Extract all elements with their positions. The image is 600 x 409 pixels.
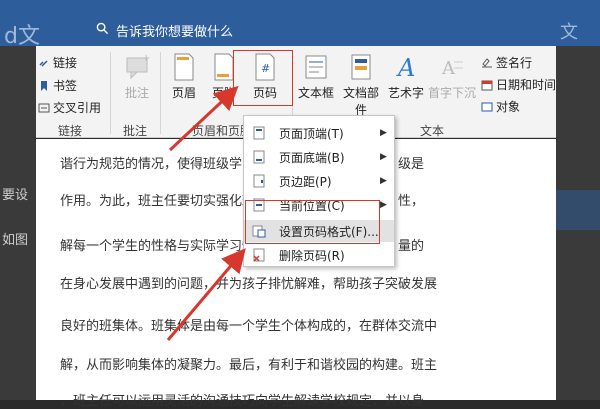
dropcap-button[interactable]: A 首字下沉 — [428, 52, 476, 101]
links-group-label: 链接 — [58, 124, 83, 138]
wordart-icon: A — [396, 54, 415, 82]
textbox-label: 文本框 — [297, 86, 334, 100]
menu-item-top-of-page[interactable]: 页面顶端(T) ▶ — [244, 122, 394, 144]
doc-line: 良好的班集体。班集体是由每一个学生个体构成的，在群体交流中 — [60, 319, 438, 334]
object-icon — [481, 102, 493, 111]
background-window-strip — [556, 190, 600, 230]
menu-item-label: 页边距(P) — [279, 174, 332, 189]
dropcap-icon: A — [441, 58, 463, 79]
comment-group-label: 批注 — [123, 124, 148, 138]
left-fragment: 要设 — [2, 188, 29, 203]
page-number-highlight-box — [233, 50, 293, 106]
signature-label: 签名行 — [496, 56, 533, 70]
doc-line-right: 性， — [398, 194, 425, 209]
quick-parts-icon — [351, 54, 371, 80]
doc-line-right: 量的 — [398, 239, 425, 254]
bookmark-button[interactable]: 书签 — [38, 77, 77, 94]
link-label: 链接 — [53, 56, 78, 70]
menu-item-remove-page-numbers[interactable]: 删除页码(R) — [244, 244, 394, 266]
page-number-menu: 页面顶端(T) ▶ 页面底端(B) ▶ 页边距(P) ▶ 当前位置(C) ▶ 设… — [243, 115, 395, 267]
quick-parts-label: 文档部件 — [342, 86, 379, 117]
wordart-label: 艺术字 — [387, 86, 424, 100]
link-icon — [39, 59, 48, 67]
header-icon — [174, 53, 194, 81]
signature-icon — [482, 57, 492, 67]
textbox-button[interactable]: 文本框 — [296, 52, 336, 101]
doc-line: 谐行为规范的情况，使得班级学习氛 — [60, 157, 269, 172]
menu-item-label: 页面顶端(T) — [279, 126, 344, 141]
ribbon-separator — [160, 52, 161, 134]
menu-item-label: 删除页码(R) — [279, 248, 345, 263]
calendar-icon — [481, 80, 493, 90]
datetime-label: 日期和时间 — [496, 78, 557, 92]
format-option-highlight-box — [245, 200, 380, 244]
textbox-icon — [305, 55, 327, 79]
doc-line-right: 级是 — [398, 157, 425, 172]
datetime-button[interactable]: 日期和时间 — [481, 76, 556, 93]
left-fragment: 如图 — [2, 233, 29, 248]
svg-text:+: + — [142, 53, 150, 64]
bookmark-icon — [41, 80, 47, 91]
object-button[interactable]: 对象 — [481, 98, 520, 115]
menu-item-bottom-of-page[interactable]: 页面底端(B) ▶ — [244, 146, 394, 168]
doc-line: 在身心发展中遇到的问题，并为孩子排忧解难，帮助孩子突破发展 — [60, 277, 438, 292]
bookmark-label: 书签 — [53, 79, 78, 93]
object-label: 对象 — [496, 100, 521, 114]
doc-line: 解，从而影响集体的凝聚力。最后，有利于和谐校园的构建。班主 — [60, 358, 438, 373]
page-margin-icon — [253, 174, 265, 188]
quick-parts-button[interactable]: 文档部件 — [338, 52, 384, 118]
lightbulb-search-icon — [96, 22, 109, 35]
submenu-arrow-icon: ▶ — [380, 152, 387, 162]
submenu-arrow-icon: ▶ — [380, 128, 387, 138]
menu-item-page-margins[interactable]: 页边距(P) ▶ — [244, 170, 394, 192]
menu-item-label: 页面底端(B) — [279, 150, 345, 165]
submenu-arrow-icon: ▶ — [380, 176, 387, 186]
ribbon-separator — [110, 52, 111, 134]
title-bar: d文 告诉我你想要做什么 文 — [0, 0, 600, 49]
doc-line: 解每一个学生的性格与实际学习情 — [60, 239, 256, 254]
header-label: 页眉 — [171, 86, 196, 100]
cross-reference-button[interactable]: 交叉引用 — [38, 99, 101, 116]
header-button[interactable]: 页眉 — [166, 52, 202, 101]
tell-me-search[interactable]: 告诉我你想要做什么 — [116, 21, 233, 40]
link-button[interactable]: 链接 — [38, 54, 77, 71]
comment-button[interactable]: + 批注 — [117, 52, 157, 101]
svg-text:A: A — [396, 54, 415, 82]
doc-line: 作用。为此，班主任要切实强化班级 — [60, 194, 269, 209]
text-group-label: 文本 — [420, 124, 445, 138]
submenu-arrow-icon: ▶ — [380, 200, 387, 210]
wordart-button[interactable]: A 艺术字 — [386, 52, 426, 101]
title-right-fragment: 文 — [560, 22, 578, 43]
comment-icon: + — [126, 53, 150, 80]
svg-text:A: A — [441, 58, 456, 79]
page-bottom-icon — [253, 150, 265, 164]
cross-reference-label: 交叉引用 — [53, 101, 102, 115]
remove-page-number-icon — [253, 248, 265, 262]
dropcap-label: 首字下沉 — [428, 86, 477, 100]
app-title-fragment: d文 — [4, 24, 40, 49]
page-top-icon — [253, 126, 265, 140]
signature-line-button[interactable]: 签名行 — [481, 54, 532, 71]
comment-label: 批注 — [124, 86, 149, 100]
cross-reference-icon — [38, 103, 50, 112]
